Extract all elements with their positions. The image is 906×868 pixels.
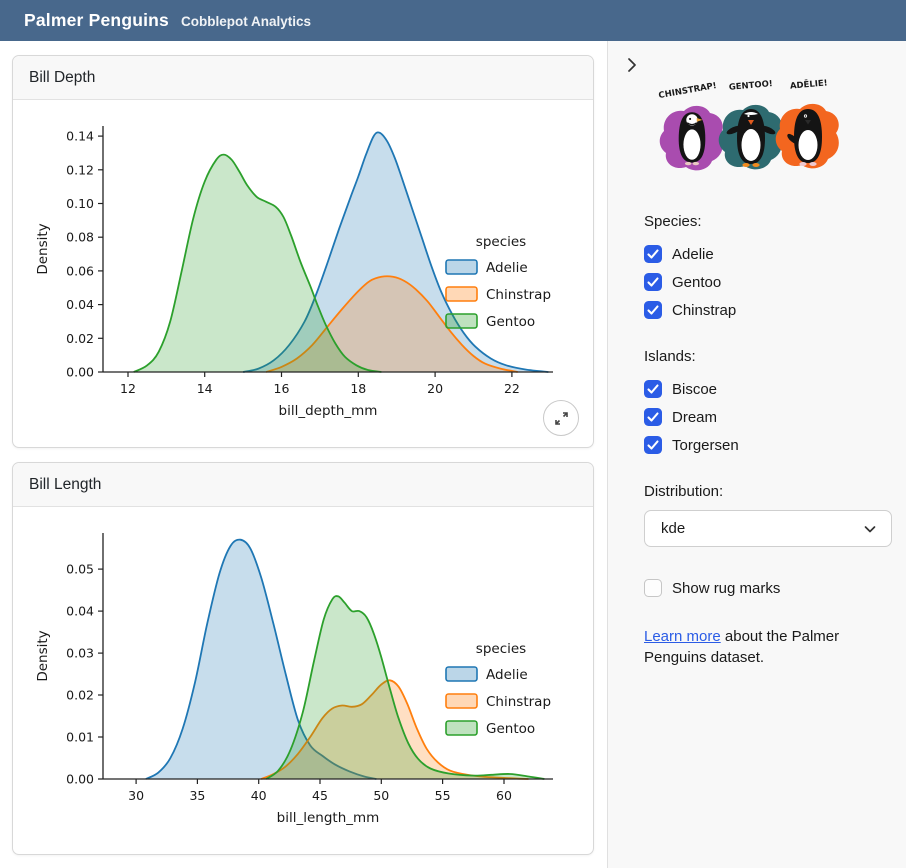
svg-text:0.00: 0.00 xyxy=(66,365,94,380)
checkbox-checked-icon xyxy=(644,380,662,398)
species-section-label: Species: xyxy=(644,213,891,230)
distribution-select[interactable]: kde xyxy=(644,510,892,547)
checkbox-checked-icon xyxy=(644,245,662,263)
svg-text:species: species xyxy=(476,234,526,250)
svg-text:16: 16 xyxy=(274,381,290,396)
svg-text:35: 35 xyxy=(189,788,205,803)
svg-text:0.04: 0.04 xyxy=(66,604,94,619)
checkbox-checked-icon xyxy=(644,301,662,319)
svg-text:0.03: 0.03 xyxy=(66,646,94,661)
bill-depth-chart: 12 14 16 18 20 22 0.00 0.02 0.04 0.06 0.08 0.10 0.12… xyxy=(13,100,593,445)
svg-text:55: 55 xyxy=(435,788,451,803)
learn-more-link[interactable]: Learn more xyxy=(644,628,721,645)
svg-text:0.04: 0.04 xyxy=(66,297,94,312)
bill-depth-card-title: Bill Depth xyxy=(13,56,593,100)
expand-icon xyxy=(554,411,569,426)
checkbox-checked-icon xyxy=(644,273,662,291)
svg-text:0.10: 0.10 xyxy=(66,196,94,211)
svg-text:18: 18 xyxy=(350,381,366,396)
svg-text:20: 20 xyxy=(427,381,443,396)
species-checkbox-gentoo[interactable]: Gentoo xyxy=(644,268,891,296)
svg-text:0.02: 0.02 xyxy=(66,688,94,703)
checkbox-unchecked-icon xyxy=(644,579,662,597)
bill-length-card: Bill Length 30 35 40 45 50 55 60 0.00 0.01 0.02 0.… xyxy=(12,462,594,855)
dataset-info-text: Learn more about the Palmer Penguins dat… xyxy=(644,626,889,668)
distribution-section-label: Distribution: xyxy=(644,483,891,500)
svg-text:40: 40 xyxy=(251,788,267,803)
svg-text:species: species xyxy=(476,641,526,657)
svg-text:14: 14 xyxy=(197,381,213,396)
adelie-label: ADĒLIE! xyxy=(790,77,829,91)
svg-text:Chinstrap: Chinstrap xyxy=(486,694,551,710)
bill-depth-card: Bill Depth 12 14 16 18 20 22 0.00 0.02 0.04 0.06 0… xyxy=(12,55,594,448)
island-checkbox-torgersen[interactable]: Torgersen xyxy=(644,431,891,459)
app-subtitle: Cobblepot Analytics xyxy=(181,14,311,29)
svg-text:0.01: 0.01 xyxy=(66,730,94,745)
svg-text:45: 45 xyxy=(312,788,328,803)
svg-text:0.12: 0.12 xyxy=(66,162,94,177)
svg-text:Adelie: Adelie xyxy=(486,667,528,683)
palmer-penguins-app: Palmer Penguins Cobblepot Analytics Bill… xyxy=(0,0,906,868)
svg-text:bill_depth_mm: bill_depth_mm xyxy=(279,403,378,419)
island-checkbox-biscoe[interactable]: Biscoe xyxy=(644,375,891,403)
app-header: Palmer Penguins Cobblepot Analytics xyxy=(0,0,906,41)
svg-text:0.05: 0.05 xyxy=(66,562,94,577)
chevron-down-icon xyxy=(863,522,877,536)
svg-text:60: 60 xyxy=(496,788,512,803)
species-checkbox-chinstrap[interactable]: Chinstrap xyxy=(644,296,891,324)
svg-text:50: 50 xyxy=(373,788,389,803)
gentoo-label: GENTOO! xyxy=(728,79,773,93)
svg-text:22: 22 xyxy=(504,381,520,396)
svg-text:bill_length_mm: bill_length_mm xyxy=(277,810,380,826)
svg-text:Adelie: Adelie xyxy=(486,260,528,276)
svg-text:30: 30 xyxy=(128,788,144,803)
sidebar: CHINSTRAP! GENTOO! ADĒLIE! Species: Adel… xyxy=(607,41,906,868)
main-column: Bill Depth 12 14 16 18 20 22 0.00 0.02 0.04 0.06 0… xyxy=(0,41,607,868)
svg-text:Chinstrap: Chinstrap xyxy=(486,287,551,303)
sidebar-collapse-toggle[interactable] xyxy=(622,55,642,75)
svg-text:0.06: 0.06 xyxy=(66,263,94,278)
chinstrap-penguin xyxy=(679,112,706,165)
svg-text:0.00: 0.00 xyxy=(66,772,94,787)
svg-text:Density: Density xyxy=(35,223,51,274)
penguins-illustration: CHINSTRAP! GENTOO! ADĒLIE! xyxy=(656,77,846,182)
svg-text:Density: Density xyxy=(35,630,51,681)
islands-section-label: Islands: xyxy=(644,348,891,365)
svg-text:0.14: 0.14 xyxy=(66,129,94,144)
bill-length-chart: 30 35 40 45 50 55 60 0.00 0.01 0.02 0.03 0.04 0.05 bi… xyxy=(13,507,593,852)
svg-text:12: 12 xyxy=(120,381,136,396)
checkbox-checked-icon xyxy=(644,408,662,426)
checkbox-checked-icon xyxy=(644,436,662,454)
expand-fullscreen-button[interactable] xyxy=(543,400,579,436)
app-title: Palmer Penguins xyxy=(24,10,169,31)
svg-text:Gentoo: Gentoo xyxy=(486,721,535,737)
chevron-right-icon xyxy=(622,55,642,75)
svg-text:Gentoo: Gentoo xyxy=(486,314,535,330)
distribution-selected-value: kde xyxy=(661,520,685,537)
species-checkbox-adelie[interactable]: Adelie xyxy=(644,240,891,268)
bill-length-card-title: Bill Length xyxy=(13,463,593,507)
island-checkbox-dream[interactable]: Dream xyxy=(644,403,891,431)
show-rug-marks-checkbox[interactable]: Show rug marks xyxy=(644,574,891,602)
svg-text:0.08: 0.08 xyxy=(66,230,94,245)
chinstrap-label: CHINSTRAP! xyxy=(658,81,718,101)
svg-text:0.02: 0.02 xyxy=(66,331,94,346)
